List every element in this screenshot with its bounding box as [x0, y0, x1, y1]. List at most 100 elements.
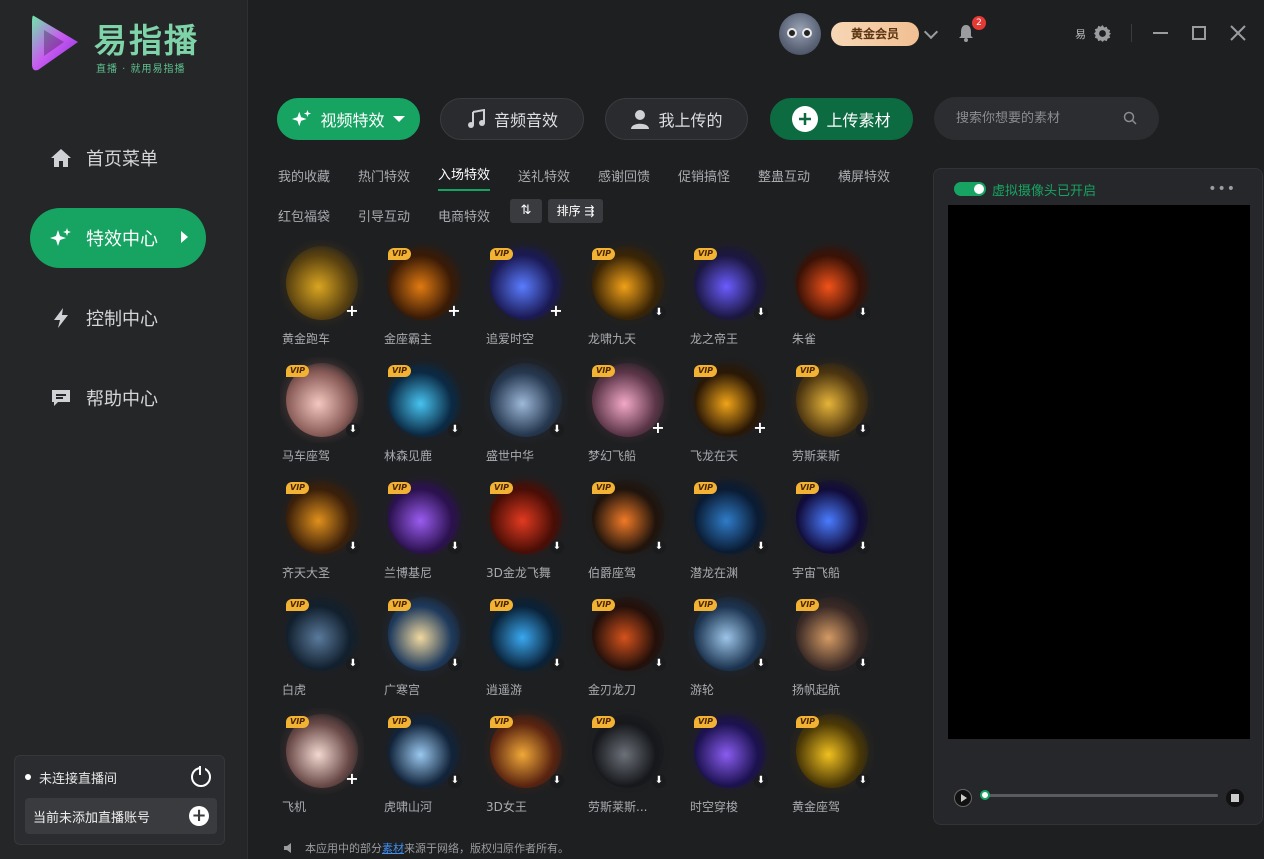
search-icon[interactable]	[1123, 111, 1137, 125]
download-icon[interactable]: ⬇	[550, 540, 564, 554]
download-icon[interactable]: ⬇	[550, 774, 564, 788]
effect-tile[interactable]: VIP ⬇ 潜龙在渊	[684, 472, 776, 582]
download-icon[interactable]: ⬇	[856, 774, 870, 788]
effect-tile[interactable]: VIP ⬇ 游轮	[684, 589, 776, 699]
gear-icon[interactable]	[1094, 25, 1111, 42]
effect-tile[interactable]: ⬇ 朱雀	[786, 238, 878, 348]
download-icon[interactable]: ⬇	[448, 774, 462, 788]
camera-toggle[interactable]	[954, 182, 986, 196]
video-effects-button[interactable]: 视频特效	[277, 98, 420, 140]
membership-badge[interactable]: 黄金会员	[831, 22, 919, 46]
download-icon[interactable]: ⬇	[754, 306, 768, 320]
download-icon[interactable]: ⬇	[856, 657, 870, 671]
plus-icon[interactable]: +	[753, 420, 767, 436]
download-icon[interactable]: ⬇	[652, 657, 666, 671]
category-tab[interactable]: 引导互动	[358, 206, 410, 225]
download-icon[interactable]: ⬇	[346, 423, 360, 437]
note-link[interactable]: 素材	[382, 840, 404, 856]
maximize-icon[interactable]	[1192, 26, 1206, 40]
effect-tile[interactable]: + 黄金跑车	[276, 238, 368, 348]
effect-tile[interactable]: VIP ⬇ 时空穿梭	[684, 706, 776, 816]
download-icon[interactable]: ⬇	[448, 423, 462, 437]
download-icon[interactable]: ⬇	[448, 540, 462, 554]
download-icon[interactable]: ⬇	[550, 423, 564, 437]
plus-icon[interactable]: +	[651, 420, 665, 436]
progress-knob[interactable]	[980, 790, 990, 800]
effect-tile[interactable]: VIP ⬇ 白虎	[276, 589, 368, 699]
category-tab[interactable]: 我的收藏	[278, 166, 330, 185]
effect-tile[interactable]: VIP ⬇ 伯爵座驾	[582, 472, 674, 582]
download-icon[interactable]: ⬇	[652, 540, 666, 554]
category-tab[interactable]: 整蛊互动	[758, 166, 810, 185]
download-icon[interactable]: ⬇	[856, 306, 870, 320]
search-input[interactable]	[956, 111, 1116, 126]
plus-icon[interactable]: +	[549, 303, 563, 319]
effect-tile[interactable]: VIP + 飞龙在天	[684, 355, 776, 465]
sort-direction-button[interactable]: ⇅	[510, 199, 542, 223]
effect-tile[interactable]: VIP ⬇ 3D金龙飞舞	[480, 472, 572, 582]
effect-tile[interactable]: VIP ⬇ 宇宙飞船	[786, 472, 878, 582]
chevron-down-icon[interactable]	[923, 24, 939, 40]
effect-tile[interactable]: VIP ⬇ 逍遥游	[480, 589, 572, 699]
plus-icon[interactable]: +	[345, 771, 359, 787]
effect-tile[interactable]: VIP ⬇ 兰博基尼	[378, 472, 470, 582]
effect-tile[interactable]: VIP ⬇ 广寒宫	[378, 589, 470, 699]
sort-button[interactable]: 排序 ⇶	[548, 199, 603, 223]
download-icon[interactable]: ⬇	[448, 657, 462, 671]
category-tab[interactable]: 电商特效	[438, 206, 490, 225]
download-icon[interactable]: ⬇	[754, 657, 768, 671]
effect-tile[interactable]: VIP ⬇ 3D女王	[480, 706, 572, 816]
effect-tile[interactable]: VIP + 梦幻飞船	[582, 355, 674, 465]
my-uploads-button[interactable]: 我上传的	[605, 98, 748, 140]
plus-icon[interactable]: +	[447, 303, 461, 319]
effect-tile[interactable]: VIP ⬇ 齐天大圣	[276, 472, 368, 582]
effect-tile[interactable]: VIP + 追爱时空	[480, 238, 572, 348]
more-options-icon[interactable]: •••	[1208, 181, 1236, 197]
effect-tile[interactable]: VIP ⬇ 龙啸九天	[582, 238, 674, 348]
upload-material-button[interactable]: 上传素材	[770, 98, 913, 140]
category-tab[interactable]: 感谢回馈	[598, 166, 650, 185]
add-account-button[interactable]: 当前未添加直播账号 +	[25, 798, 217, 834]
download-icon[interactable]: ⬇	[550, 657, 564, 671]
category-tab[interactable]: 促销搞怪	[678, 166, 730, 185]
effect-tile[interactable]: ⬇ 盛世中华	[480, 355, 572, 465]
effect-tile[interactable]: VIP + 飞机	[276, 706, 368, 816]
bell-icon[interactable]	[958, 24, 974, 42]
audio-effects-button[interactable]: 音频音效	[440, 98, 584, 140]
download-icon[interactable]: ⬇	[652, 774, 666, 788]
effect-tile[interactable]: VIP ⬇ 马车座驾	[276, 355, 368, 465]
power-icon[interactable]	[191, 766, 211, 787]
effect-tile[interactable]: VIP ⬇ 劳斯莱斯	[786, 355, 878, 465]
download-icon[interactable]: ⬇	[346, 657, 360, 671]
category-tab[interactable]: 横屏特效	[838, 166, 890, 185]
close-icon[interactable]	[1229, 24, 1247, 42]
effect-tile[interactable]: VIP ⬇ 劳斯莱斯...	[582, 706, 674, 816]
sidebar-item-home[interactable]: 首页菜单	[30, 128, 206, 188]
download-icon[interactable]: ⬇	[754, 774, 768, 788]
category-tab[interactable]: 送礼特效	[518, 166, 570, 185]
effect-tile[interactable]: VIP ⬇ 虎啸山河	[378, 706, 470, 816]
effect-tile[interactable]: VIP ⬇ 金刃龙刀	[582, 589, 674, 699]
effect-tile[interactable]: VIP + 金座霸主	[378, 238, 470, 348]
effect-tile[interactable]: VIP ⬇ 龙之帝王	[684, 238, 776, 348]
download-icon[interactable]: ⬇	[346, 540, 360, 554]
category-tab[interactable]: 热门特效	[358, 166, 410, 185]
download-icon[interactable]: ⬇	[856, 423, 870, 437]
category-tab[interactable]: 入场特效	[438, 164, 491, 191]
download-icon[interactable]: ⬇	[754, 540, 768, 554]
avatar[interactable]	[779, 13, 821, 55]
download-icon[interactable]: ⬇	[652, 306, 666, 320]
plus-icon[interactable]: +	[345, 303, 359, 319]
effect-tile[interactable]: VIP ⬇ 黄金座驾	[786, 706, 878, 816]
progress-track[interactable]	[982, 794, 1218, 797]
minimize-icon[interactable]	[1153, 32, 1168, 34]
download-icon[interactable]: ⬇	[856, 540, 870, 554]
sidebar-item-control[interactable]: 控制中心	[30, 288, 206, 348]
effect-tile[interactable]: VIP ⬇ 扬帆起航	[786, 589, 878, 699]
stop-button[interactable]	[1226, 789, 1244, 807]
play-button[interactable]	[954, 789, 972, 807]
effect-tile[interactable]: VIP ⬇ 林森见鹿	[378, 355, 470, 465]
category-tab[interactable]: 红包福袋	[278, 206, 330, 225]
sidebar-item-help[interactable]: 帮助中心	[30, 368, 206, 428]
sidebar-item-effects[interactable]: 特效中心	[30, 208, 206, 268]
